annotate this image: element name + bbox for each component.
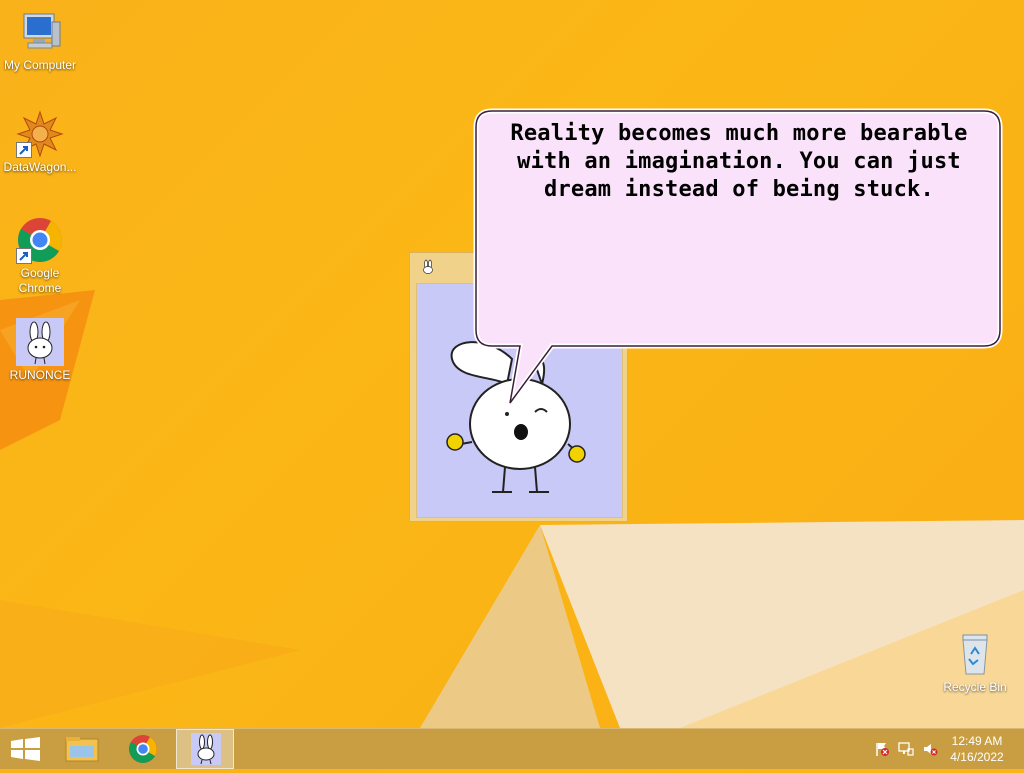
datawagon-icon bbox=[16, 110, 64, 158]
taskbar-file-explorer[interactable] bbox=[54, 729, 110, 769]
desktop-icon-runonce[interactable]: RUNONCE bbox=[0, 318, 80, 383]
speech-bubble-text: Reality becomes much more bearable with … bbox=[510, 121, 968, 202]
taskbar: 12:49 AM 4/16/2022 bbox=[0, 728, 1024, 769]
clock-time: 12:49 AM bbox=[951, 734, 1003, 748]
taskbar-clock[interactable]: 12:49 AM 4/16/2022 bbox=[942, 733, 1012, 765]
speech-bubble: Reality becomes much more bearable with … bbox=[472, 108, 1004, 428]
taskbar-runonce[interactable] bbox=[176, 729, 234, 769]
bunny-icon bbox=[420, 259, 436, 275]
recycle-bin-icon bbox=[951, 630, 999, 678]
taskbar-chrome[interactable] bbox=[115, 729, 171, 769]
desktop-icon-label: Recycle Bin bbox=[943, 680, 1007, 694]
start-button[interactable] bbox=[0, 729, 56, 769]
desktop-icon-label: DataWagon... bbox=[3, 160, 77, 174]
bunny-icon bbox=[16, 318, 64, 366]
shortcut-arrow-icon bbox=[16, 142, 32, 158]
desktop-icon-my-computer[interactable]: My Computer bbox=[0, 8, 80, 73]
desktop-icon-label: Google Chrome bbox=[18, 266, 62, 295]
desktop-icon-recycle-bin[interactable]: Recycle Bin bbox=[935, 630, 1015, 695]
chrome-icon bbox=[16, 216, 64, 264]
desktop-icon-label: My Computer bbox=[3, 58, 77, 72]
computer-icon bbox=[16, 8, 64, 56]
volume-muted-icon[interactable] bbox=[922, 741, 938, 757]
shortcut-arrow-icon bbox=[16, 248, 32, 264]
clock-date: 4/16/2022 bbox=[950, 750, 1004, 764]
chrome-icon bbox=[129, 735, 157, 763]
desktop-icon-datawagon[interactable]: DataWagon... bbox=[0, 110, 80, 175]
file-explorer-icon bbox=[65, 737, 99, 762]
network-icon[interactable] bbox=[898, 741, 914, 757]
windows-start-icon bbox=[11, 737, 40, 761]
desktop-icon-google-chrome[interactable]: Google Chrome bbox=[0, 216, 80, 296]
bunny-icon bbox=[191, 733, 221, 765]
desktop-icon-label: RUNONCE bbox=[9, 368, 71, 382]
flag-icon[interactable] bbox=[874, 741, 890, 757]
